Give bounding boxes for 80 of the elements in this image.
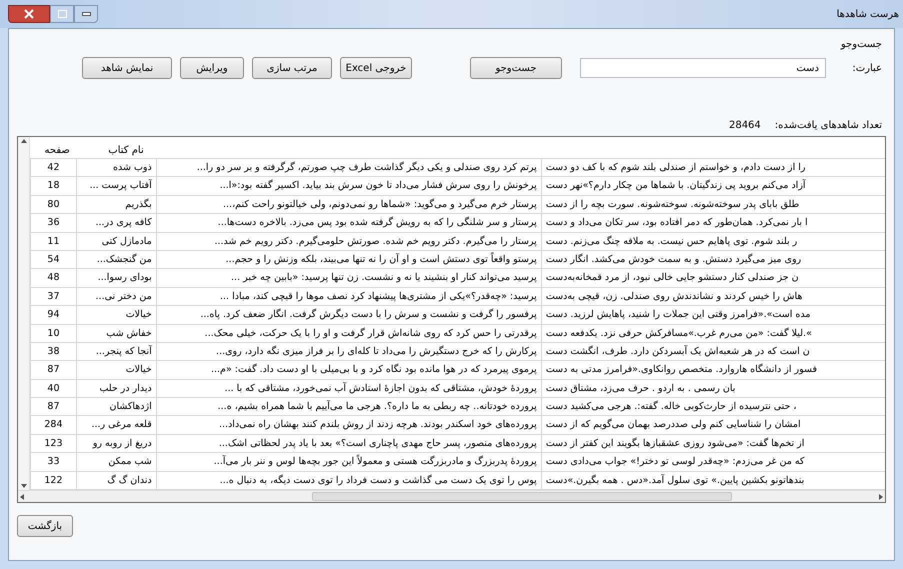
window-title: هرست شاهدها: [836, 8, 899, 22]
book-cell: دندان گ گ: [76, 472, 156, 490]
minimize-button[interactable]: [74, 5, 98, 23]
context-cell: طلق بابای پدر سوخته‌شونه. سوخته‌شونه. سورت بچه را از دست: [540, 196, 885, 214]
context-cell: پرورده‌های خود اسکندر بودند. هرچه زدند از روش بلندم کنند بهشان راه نمی‌داد...: [156, 416, 541, 434]
context-cell: پرستار و سر شلنگی را که به رویش گرفته شده بود پس می‌زد. بالاخره دست‌ها...: [156, 214, 541, 232]
horizontal-scrollbar[interactable]: [18, 490, 885, 502]
toolbar-button[interactable]: ویرایش: [180, 57, 244, 79]
context-cell: ر بلند شوم. توی پاهایم حس نیست. به ملافه چنگ می‌زنم. دست: [540, 232, 885, 250]
book-cell: دریغ از روبه رو: [76, 434, 156, 452]
group-label: جست‌وجو: [840, 38, 882, 52]
context-cell: پرفسور را گرفت و نشست و سرش را با دست دیگرش گرفت. انگار ضعف کرد. پاه...: [156, 306, 541, 324]
context-cell: ، حتی نترسیده از حارث‌کوبی خاله. گفته:. هرجی می‌کشید دست: [540, 398, 885, 416]
book-cell: دیدار در حلب: [76, 380, 156, 398]
toolbar-button[interactable]: نمایش شاهد: [82, 57, 172, 79]
back-button[interactable]: بازگشت: [17, 515, 73, 537]
context-cell: پرستو واقعاً توی دستش است و او آن را نه تنها می‌بیند، بلکه وزنش را و حجم...: [156, 250, 541, 268]
maximize-icon: [58, 10, 66, 18]
context-cell: پرکارش را که خرج دستگیرش را می‌داد تا کله‌ای را بر فراز میزی نگه دارد، روی...: [156, 342, 541, 360]
scroll-right-icon[interactable]: [879, 494, 883, 500]
book-cell: آنجا که پنجر...: [76, 342, 156, 360]
minimize-icon: [82, 12, 90, 16]
context-cell: فسور از دانشگاه هاروارد. متخصص روانکاوی.«فرامرز مدتی به دست: [540, 361, 885, 379]
book-cell: خفاش شب: [76, 324, 156, 342]
book-cell: قلعه مرغی ر...: [76, 416, 156, 434]
context-cell: روی میز می‌گیرد دستش. و به سمت خودش می‌کشد. انگار دست: [540, 250, 885, 268]
close-button[interactable]: [8, 5, 50, 23]
context-cell: پرخونش را روی سرش فشار می‌داد تا خون سرش بند بیاید. اکسیر گفته بود:«ا...: [156, 177, 541, 195]
vertical-scrollbar[interactable]: [18, 137, 30, 490]
context-cell: ن جز صندلی کنار دستشو جایی خالی نبود، از مرد قمخانه‌به‌دست: [540, 269, 885, 287]
context-cell: بندهاتونو بکشین پایین.» توی سلول آمد.«دس . همه بگیرن.»دست: [540, 472, 885, 490]
toolbar-button[interactable]: خروجی Excel: [340, 57, 412, 79]
book-cell: شب ممکن: [76, 453, 156, 471]
book-cell: مادمازل کتی: [76, 232, 156, 250]
book-cell: ذوب شده: [76, 159, 156, 176]
scroll-left-icon[interactable]: [20, 494, 24, 500]
book-cell: خیالات: [76, 306, 156, 324]
context-cell: آزاد می‌کنم بروید پی زندگیتان. با شماها من چکار دارم؟»نهر دست: [540, 177, 885, 195]
context-cell: امشان را شناسایی کنم ولی صددرصد بهمان می‌گویم که از دست: [540, 416, 885, 434]
context-cell: پروردهٔ پدربزرگ و مادربزرگت هستی و معمولاً این جور بچه‌ها لوس و ننر بار می‌آ...: [156, 453, 541, 471]
context-cell: از تخم‌ها گفت: «می‌شود روزی عشقبازها بگویند این کفتر از دست: [540, 434, 885, 452]
toolbar-button[interactable]: مرتب سازی: [252, 57, 332, 79]
book-cell: من گنجشک...: [76, 250, 156, 268]
context-cell: که من غر می‌زدم: «چه‌قدر لوسی تو دختر!» جواب می‌دادی دست: [540, 453, 885, 471]
found-count: 28464: [728, 119, 761, 133]
found-label: تعداد شاهدهای یافت‌شده:: [774, 119, 882, 133]
book-cell: بودای رسوا...: [76, 269, 156, 287]
context-cell: پرسید: «چه‌قدر؟»یکی از مشتری‌ها پیشنهاد کرد نصف موها را قیچی کند، مبادا ...: [156, 288, 541, 306]
phrase-label: عبارت:: [851, 62, 882, 76]
context-cell: پرسید می‌تواند کنار او بنشیند یا نه و نشست. زن تنها پرسید: «بابین چه خبر ...: [156, 269, 541, 287]
scroll-up-icon[interactable]: [20, 139, 26, 143]
context-cell: پرورده خودتانه.. چه ربطی به ما داره؟. هرجی ما می‌آییم با شما همراه بشیم، ه...: [156, 398, 541, 416]
book-cell: بگذریم: [76, 196, 156, 214]
context-cell: پرستار را می‌گیرم. دکتر رویم خم شده. صورتش حلومی‌گیرم. دکتر رویم خم شد...: [156, 232, 541, 250]
context-cell: ن است که در هر شعبه‌اش یک آبسردکن دارد. طرف، انگشت دست: [540, 342, 885, 360]
book-cell: اژدهاکشان: [76, 398, 156, 416]
book-cell: من دختر نی...: [76, 288, 156, 306]
column-header[interactable]: نام کتاب: [76, 137, 156, 158]
scroll-down-icon[interactable]: [20, 484, 26, 488]
book-cell: کافه پری در...: [76, 214, 156, 232]
context-cell: پرتم کرد روی صندلی و یکی دیگر گذاشت طرف چپ صورتم، گرگرفته و بر سر دو را...: [156, 159, 541, 176]
search-button[interactable]: جست‌وجو: [470, 57, 562, 79]
context-cell: پرستار خرم می‌گیرد و می‌گوید: «شماها رو نمی‌دونم، ولی خیالتونو راحت کنم،...: [156, 196, 541, 214]
context-cell: ا بار نمی‌کرد. همان‌طور که دمر افتاده بود، سر تکان می‌داد و دست: [540, 214, 885, 232]
context-cell: بان رسمی . به اردو . حرف می‌زد، مشتاق دست: [540, 380, 885, 398]
book-cell: خیالات: [76, 361, 156, 379]
context-cell: مده است».«فرامرز وقتی این جملات را شنید، پاهایش لرزید. دست: [540, 306, 885, 324]
book-cell: آفتاب پرست ...: [76, 177, 156, 195]
scrollbar-thumb[interactable]: [312, 492, 732, 501]
context-cell: پوس را توی یک دست می گذاشت و دست فرداد را توی دست دیگه، به دنبال ه...: [156, 472, 541, 490]
context-cell: پرقدرتی را حس کرد که روی شانه‌اش قرار گرفت و او را با یک حرکت، خیلی محک...: [156, 324, 541, 342]
context-cell: هاش را خیس کردند و نشاندندش روی صندلی. زن، قیچی به‌دست: [540, 288, 885, 306]
context-cell: پرورده‌های منصور، پسر حاج مهدی پاچناری است؟» بعد با یاد پدر لحظاتی اشک...: [156, 434, 541, 452]
context-cell: پروردهٔ خودش، مشتاقی که بدون اجازهٔ استادش آب نمی‌خورد، مشتاقی که با ...: [156, 380, 541, 398]
context-cell: ».لیلا گفت: «من می‌رم غرب.»مسافرکش حرفی نزد. یکدفعه دست: [540, 324, 885, 342]
column-header[interactable]: صفحه: [30, 137, 76, 158]
context-cell: را از دست دادم، و خواستم از صندلی بلند شوم که با کف دو دست: [540, 159, 885, 176]
close-icon: [24, 9, 34, 19]
phrase-input[interactable]: دست: [580, 58, 826, 78]
context-cell: پرموی پیرمرد که در هوا مانده بود نگاه کرد و با بی‌میلی با او دست داد. گفت: «م...: [156, 361, 541, 379]
